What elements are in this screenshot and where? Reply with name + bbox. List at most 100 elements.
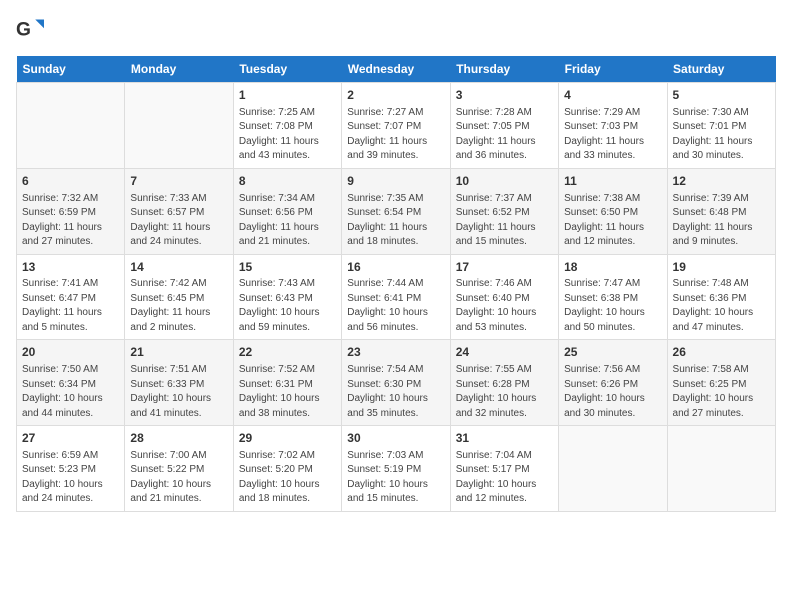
- week-row-4: 20 Sunrise: 7:50 AMSunset: 6:34 PMDayligh…: [17, 340, 776, 426]
- col-header-saturday: Saturday: [667, 56, 775, 83]
- day-number: 25: [564, 344, 661, 361]
- calendar-cell: 5 Sunrise: 7:30 AMSunset: 7:01 PMDaylight…: [667, 83, 775, 169]
- day-number: 12: [673, 173, 770, 190]
- svg-text:G: G: [16, 19, 31, 40]
- day-info: Sunrise: 7:35 AMSunset: 6:54 PMDaylight:…: [347, 192, 444, 250]
- calendar-cell: 27 Sunrise: 6:59 AMSunset: 5:23 PMDayligh…: [17, 426, 125, 512]
- day-info: Sunrise: 7:33 AMSunset: 6:57 PMDaylight:…: [130, 192, 227, 250]
- day-info: Sunrise: 7:34 AMSunset: 6:56 PMDaylight:…: [239, 192, 336, 250]
- day-info: Sunrise: 7:46 AMSunset: 6:40 PMDaylight:…: [456, 277, 553, 335]
- calendar-cell: 21Sunrise: 7:51 AMSunset: 6:33 PMDayligh…: [125, 340, 233, 426]
- calendar-cell: 30Sunrise: 7:03 AMSunset: 5:19 PMDayligh…: [342, 426, 450, 512]
- day-number: 9: [347, 173, 444, 190]
- col-header-friday: Friday: [559, 56, 667, 83]
- calendar-cell: [17, 83, 125, 169]
- day-info: Sunrise: 7:55 AMSunset: 6:28 PMDaylight:…: [456, 363, 553, 421]
- day-info: Sunrise: 7:39 AMSunset: 6:48 PMDaylight:…: [673, 192, 770, 250]
- calendar-cell: 12 Sunrise: 7:39 AMSunset: 6:48 PMDayligh…: [667, 168, 775, 254]
- day-number: 19: [673, 259, 770, 276]
- col-header-sunday: Sunday: [17, 56, 125, 83]
- day-info: Sunrise: 7:50 AMSunset: 6:34 PMDaylight:…: [22, 363, 119, 421]
- calendar-cell: 20 Sunrise: 7:50 AMSunset: 6:34 PMDayligh…: [17, 340, 125, 426]
- week-row-3: 13Sunrise: 7:41 AMSunset: 6:47 PMDayligh…: [17, 254, 776, 340]
- day-number: 13: [22, 259, 119, 276]
- day-number: 23: [347, 344, 444, 361]
- week-row-5: 27 Sunrise: 6:59 AMSunset: 5:23 PMDayligh…: [17, 426, 776, 512]
- calendar-cell: 1Sunrise: 7:25 AMSunset: 7:08 PMDaylight…: [233, 83, 341, 169]
- calendar-cell: 25 Sunrise: 7:56 AMSunset: 6:26 PMDayligh…: [559, 340, 667, 426]
- day-number: 28: [130, 430, 227, 447]
- page-header: G: [16, 16, 776, 44]
- day-info: Sunrise: 7:52 AMSunset: 6:31 PMDaylight:…: [239, 363, 336, 421]
- day-info: Sunrise: 7:29 AMSunset: 7:03 PMDaylight:…: [564, 106, 661, 164]
- calendar-cell: 3 Sunrise: 7:28 AMSunset: 7:05 PMDaylight…: [450, 83, 558, 169]
- day-info: Sunrise: 7:30 AMSunset: 7:01 PMDaylight:…: [673, 106, 770, 164]
- day-number: 8: [239, 173, 336, 190]
- calendar-cell: 26 Sunrise: 7:58 AMSunset: 6:25 PMDayligh…: [667, 340, 775, 426]
- day-number: 7: [130, 173, 227, 190]
- day-number: 18: [564, 259, 661, 276]
- day-number: 1: [239, 87, 336, 104]
- day-info: Sunrise: 7:43 AMSunset: 6:43 PMDaylight:…: [239, 277, 336, 335]
- calendar-cell: 6 Sunrise: 7:32 AMSunset: 6:59 PMDaylight…: [17, 168, 125, 254]
- calendar-cell: [559, 426, 667, 512]
- logo-icon: G: [16, 16, 44, 44]
- day-number: 24: [456, 344, 553, 361]
- day-info: Sunrise: 7:38 AMSunset: 6:50 PMDaylight:…: [564, 192, 661, 250]
- calendar-cell: 15Sunrise: 7:43 AMSunset: 6:43 PMDayligh…: [233, 254, 341, 340]
- day-info: Sunrise: 7:54 AMSunset: 6:30 PMDaylight:…: [347, 363, 444, 421]
- day-number: 17: [456, 259, 553, 276]
- calendar-cell: [667, 426, 775, 512]
- day-number: 29: [239, 430, 336, 447]
- day-info: Sunrise: 6:59 AMSunset: 5:23 PMDaylight:…: [22, 449, 119, 507]
- day-number: 11: [564, 173, 661, 190]
- calendar-cell: 19Sunrise: 7:48 AMSunset: 6:36 PMDayligh…: [667, 254, 775, 340]
- day-info: Sunrise: 7:03 AMSunset: 5:19 PMDaylight:…: [347, 449, 444, 507]
- day-number: 10: [456, 173, 553, 190]
- calendar-cell: 28 Sunrise: 7:00 AMSunset: 5:22 PMDayligh…: [125, 426, 233, 512]
- day-info: Sunrise: 7:56 AMSunset: 6:26 PMDaylight:…: [564, 363, 661, 421]
- week-row-1: 1Sunrise: 7:25 AMSunset: 7:08 PMDaylight…: [17, 83, 776, 169]
- calendar-cell: 9 Sunrise: 7:35 AMSunset: 6:54 PMDaylight…: [342, 168, 450, 254]
- day-info: Sunrise: 7:32 AMSunset: 6:59 PMDaylight:…: [22, 192, 119, 250]
- day-number: 20: [22, 344, 119, 361]
- day-number: 26: [673, 344, 770, 361]
- day-info: Sunrise: 7:41 AMSunset: 6:47 PMDaylight:…: [22, 277, 119, 335]
- calendar-cell: 7 Sunrise: 7:33 AMSunset: 6:57 PMDaylight…: [125, 168, 233, 254]
- day-number: 22: [239, 344, 336, 361]
- day-info: Sunrise: 7:44 AMSunset: 6:41 PMDaylight:…: [347, 277, 444, 335]
- week-row-2: 6 Sunrise: 7:32 AMSunset: 6:59 PMDaylight…: [17, 168, 776, 254]
- calendar-cell: 14Sunrise: 7:42 AMSunset: 6:45 PMDayligh…: [125, 254, 233, 340]
- calendar-cell: 31 Sunrise: 7:04 AMSunset: 5:17 PMDayligh…: [450, 426, 558, 512]
- day-number: 21: [130, 344, 227, 361]
- day-number: 6: [22, 173, 119, 190]
- day-number: 3: [456, 87, 553, 104]
- calendar-cell: 29 Sunrise: 7:02 AMSunset: 5:20 PMDayligh…: [233, 426, 341, 512]
- day-number: 31: [456, 430, 553, 447]
- calendar-cell: 13Sunrise: 7:41 AMSunset: 6:47 PMDayligh…: [17, 254, 125, 340]
- calendar-cell: 24 Sunrise: 7:55 AMSunset: 6:28 PMDayligh…: [450, 340, 558, 426]
- calendar-cell: 10Sunrise: 7:37 AMSunset: 6:52 PMDayligh…: [450, 168, 558, 254]
- header-row: SundayMondayTuesdayWednesdayThursdayFrid…: [17, 56, 776, 83]
- day-info: Sunrise: 7:47 AMSunset: 6:38 PMDaylight:…: [564, 277, 661, 335]
- day-number: 5: [673, 87, 770, 104]
- calendar-cell: 17Sunrise: 7:46 AMSunset: 6:40 PMDayligh…: [450, 254, 558, 340]
- calendar-cell: 22 Sunrise: 7:52 AMSunset: 6:31 PMDayligh…: [233, 340, 341, 426]
- day-info: Sunrise: 7:27 AMSunset: 7:07 PMDaylight:…: [347, 106, 444, 164]
- day-number: 27: [22, 430, 119, 447]
- day-info: Sunrise: 7:04 AMSunset: 5:17 PMDaylight:…: [456, 449, 553, 507]
- calendar-table: SundayMondayTuesdayWednesdayThursdayFrid…: [16, 56, 776, 512]
- day-info: Sunrise: 7:58 AMSunset: 6:25 PMDaylight:…: [673, 363, 770, 421]
- col-header-wednesday: Wednesday: [342, 56, 450, 83]
- day-info: Sunrise: 7:00 AMSunset: 5:22 PMDaylight:…: [130, 449, 227, 507]
- calendar-cell: 8 Sunrise: 7:34 AMSunset: 6:56 PMDaylight…: [233, 168, 341, 254]
- day-info: Sunrise: 7:02 AMSunset: 5:20 PMDaylight:…: [239, 449, 336, 507]
- col-header-tuesday: Tuesday: [233, 56, 341, 83]
- day-number: 2: [347, 87, 444, 104]
- day-number: 4: [564, 87, 661, 104]
- calendar-cell: 23 Sunrise: 7:54 AMSunset: 6:30 PMDayligh…: [342, 340, 450, 426]
- calendar-cell: 2 Sunrise: 7:27 AMSunset: 7:07 PMDaylight…: [342, 83, 450, 169]
- day-info: Sunrise: 7:28 AMSunset: 7:05 PMDaylight:…: [456, 106, 553, 164]
- day-info: Sunrise: 7:42 AMSunset: 6:45 PMDaylight:…: [130, 277, 227, 335]
- col-header-thursday: Thursday: [450, 56, 558, 83]
